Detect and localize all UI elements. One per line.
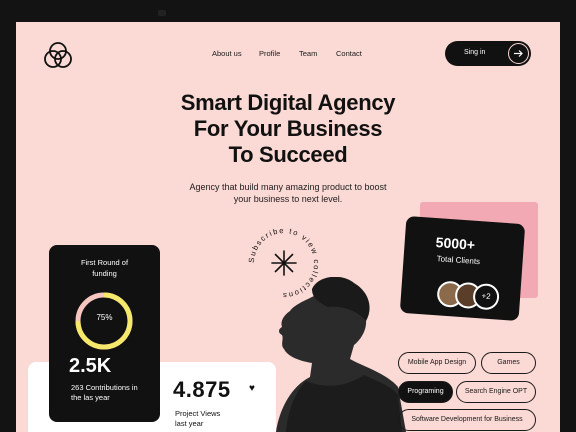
subtitle-line: Agency that build many amazing product t…: [189, 182, 387, 192]
nav-team[interactable]: Team: [299, 49, 317, 58]
arrow-right-icon: [508, 43, 529, 64]
contributions-line: 263 Contributions in: [71, 383, 138, 392]
nav-contact[interactable]: Contact: [336, 49, 362, 58]
more-avatars-badge[interactable]: +2: [472, 282, 500, 311]
views-line: last year: [175, 419, 204, 428]
headline-line: To Succeed: [228, 142, 348, 167]
tag-search-engine[interactable]: Search Engine OPT: [456, 381, 536, 403]
window-notch: [158, 10, 166, 16]
tag-games[interactable]: Games: [481, 352, 536, 374]
signin-label: Sing in: [464, 49, 486, 56]
funding-title-line: First Round of: [80, 258, 129, 267]
views-value: 4.875: [173, 377, 231, 402]
tag-software-development[interactable]: Software Development for Business: [398, 409, 536, 431]
views-caption: Project Views last year: [175, 409, 220, 429]
funding-title-line: funding: [92, 269, 117, 278]
headline-line: For Your Business: [193, 116, 383, 141]
contributions-caption: 263 Contributions in the las year: [71, 383, 157, 403]
landing-page: About us Profile Team Contact Sing in Sm…: [16, 22, 560, 432]
asterisk-icon: [271, 250, 297, 276]
contributions-line: the las year: [71, 393, 110, 402]
tag-mobile-app-design[interactable]: Mobile App Design: [398, 352, 476, 374]
funding-progress-label: 75%: [96, 313, 113, 322]
funding-title: First Round of funding: [49, 257, 160, 279]
headline-line: Smart Digital Agency: [180, 90, 396, 115]
clients-card: 5000+ Total Clients +2: [399, 215, 526, 322]
hero-portrait-image: [276, 277, 406, 432]
hero-headline: Smart Digital Agency For Your Business T…: [16, 90, 560, 168]
tag-programing[interactable]: Programing: [398, 381, 453, 403]
clients-label: Total Clients: [436, 254, 481, 267]
nav-profile[interactable]: Profile: [259, 49, 280, 58]
signin-button[interactable]: Sing in: [445, 41, 531, 66]
views-line: Project Views: [175, 409, 221, 418]
nav-about[interactable]: About us: [212, 49, 242, 58]
contributions-value: 2.5K: [69, 355, 112, 377]
clients-value: 5000+: [435, 234, 476, 253]
